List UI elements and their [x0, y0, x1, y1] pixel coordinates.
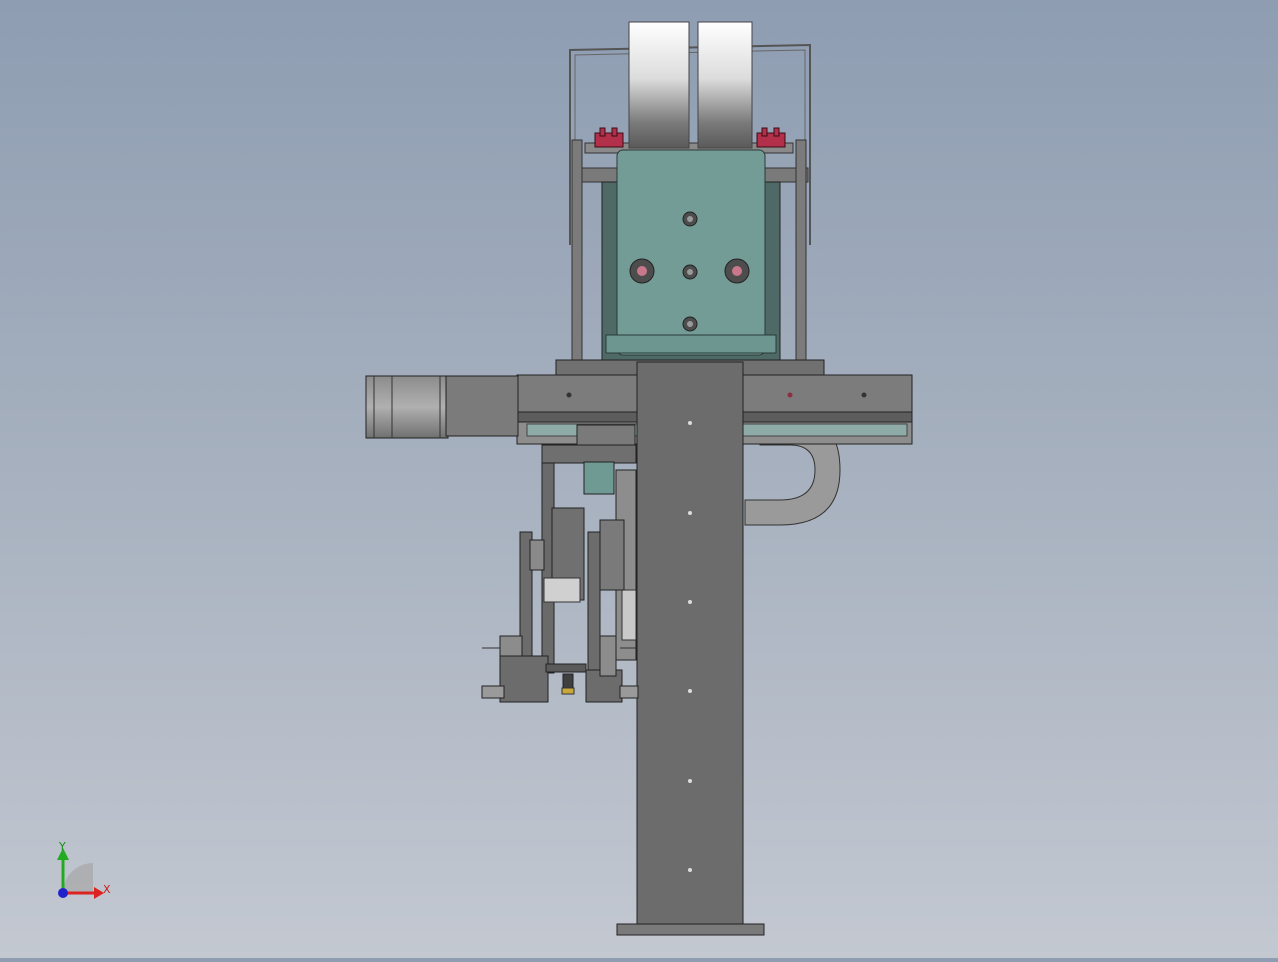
- triad-origin: [58, 888, 68, 898]
- gripper-assembly: [481, 424, 639, 703]
- cad-viewport[interactable]: Y X: [0, 0, 1278, 958]
- stepper-motor: [365, 375, 519, 439]
- clamp-left: [594, 127, 624, 148]
- clamp-right: [756, 127, 786, 148]
- cad-drawing[interactable]: Y X: [0, 0, 1278, 958]
- vertical-column: [616, 361, 765, 936]
- x-axis-label: X: [103, 883, 111, 896]
- feed-rollers: [628, 21, 753, 149]
- y-axis-label: Y: [58, 840, 66, 853]
- axis-triad: Y X: [57, 840, 111, 899]
